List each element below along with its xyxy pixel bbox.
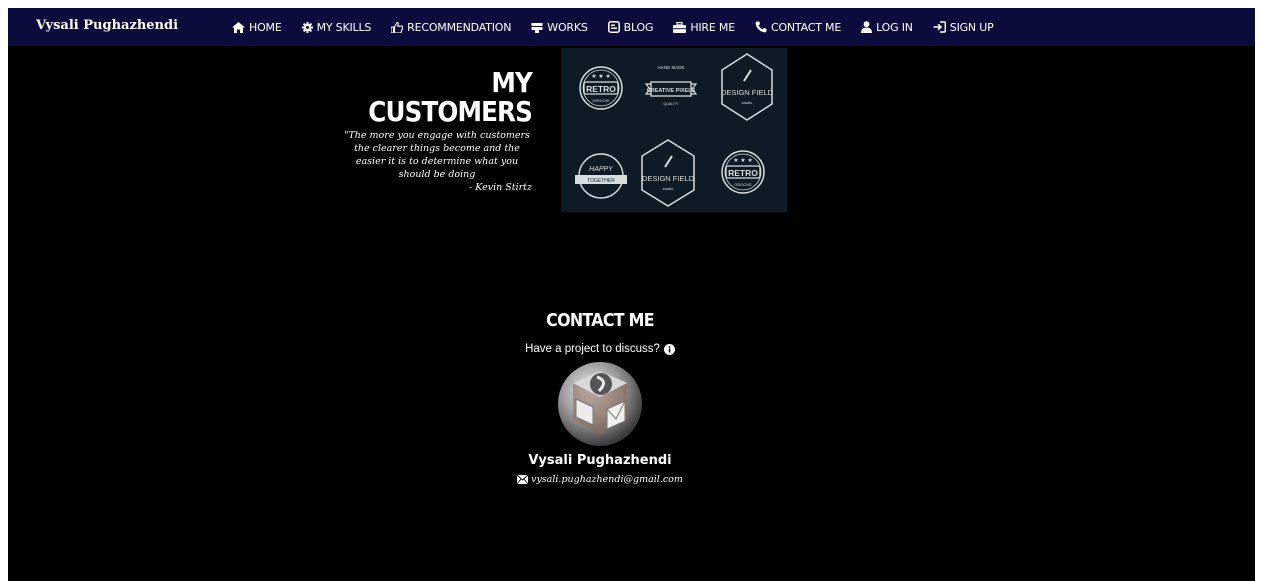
- badge-text: GROOVE: [734, 182, 752, 187]
- customers-title-line1: MY: [491, 66, 532, 99]
- briefcase-icon: [531, 22, 543, 33]
- customer-quote: "The more you engage with customers the …: [344, 130, 530, 180]
- nav-item-my-skills[interactable]: MY SKILLS: [301, 20, 372, 34]
- phone-icon: [755, 21, 767, 33]
- contact-subtitle: Have a project to discuss?: [525, 343, 660, 355]
- badge-text: TOGETHER: [587, 178, 615, 184]
- creative-pixels-badge-logo: HAND MADE CREATIVE PIXELS QUALITY: [644, 65, 698, 106]
- badge-text: DESIGN FIELD: [721, 88, 774, 97]
- badge-text: HAPPY: [589, 166, 614, 173]
- nav-item-sign-up[interactable]: SIGN UP: [933, 21, 994, 34]
- contact-title: CONTACT ME: [546, 310, 654, 331]
- nav-item-home[interactable]: HOME: [232, 21, 282, 34]
- brand-link[interactable]: Vysali Pughazhendi: [36, 18, 178, 33]
- info-icon[interactable]: [663, 343, 675, 355]
- home-icon: [232, 21, 245, 33]
- svg-text:★ ★ ★: ★ ★ ★: [733, 157, 752, 164]
- sign-in-icon: [933, 21, 946, 33]
- navbar: Vysali Pughazhendi HOME MY SKILLS RECOMM…: [8, 8, 1255, 46]
- contact-email-row: vysali.pughazhendi@gmail.com: [450, 474, 750, 485]
- quote-author: - Kevin Stirtz: [469, 182, 532, 193]
- user-icon: [861, 21, 873, 33]
- thumbs-up-icon: [391, 21, 404, 33]
- retro-badge-logo: RETRO GROOVE ★ ★ ★: [579, 66, 623, 110]
- design-field-badge-logo: DESIGN FIELD studio: [721, 53, 774, 121]
- nav-item-recommendation[interactable]: RECOMMENDATION: [391, 21, 511, 34]
- nav-item-contact-me[interactable]: CONTACT ME: [755, 21, 841, 34]
- happy-together-badge-logo: HAPPY TOGETHER: [575, 153, 627, 199]
- nav-item-label: LOG IN: [876, 20, 913, 34]
- envelope-icon: [517, 475, 529, 484]
- svg-text:★ ★ ★: ★ ★ ★: [591, 73, 610, 80]
- nav-menu: HOME MY SKILLS RECOMMENDATION WORKS BLOG…: [232, 8, 1014, 46]
- contact-avatar-image: [558, 362, 642, 446]
- customers-section: MY CUSTOMERS "The more you engage with c…: [332, 66, 533, 193]
- badge-text: studio: [663, 186, 674, 191]
- page-frame: Vysali Pughazhendi HOME MY SKILLS RECOMM…: [8, 8, 1255, 581]
- badge-text: HAND MADE: [657, 65, 684, 70]
- nav-item-label: MY SKILLS: [316, 20, 372, 34]
- customer-logos-image: .bt { font-family:"Liberation Sans", san…: [561, 48, 787, 212]
- nav-item-label: SIGN UP: [949, 20, 994, 34]
- contact-name: Vysali Pughazhendi: [528, 453, 672, 468]
- nav-item-label: HIRE ME: [690, 20, 735, 34]
- design-field-badge-logo: DESIGN FIELD studio: [641, 139, 695, 207]
- hire-icon: [673, 21, 687, 33]
- badge-text: GROOVE: [592, 98, 610, 103]
- gear-icon: [301, 21, 313, 33]
- customers-title-line2: CUSTOMERS: [368, 95, 533, 128]
- badge-text: QUALITY: [664, 102, 680, 106]
- nav-item-works[interactable]: WORKS: [531, 20, 588, 34]
- nav-item-label: RECOMMENDATION: [407, 20, 512, 34]
- nav-item-label: BLOG: [623, 20, 654, 34]
- logo-badges: .bt { font-family:"Liberation Sans", san…: [575, 53, 774, 207]
- badge-text: DESIGN FIELD: [642, 174, 695, 183]
- blog-icon: [607, 21, 620, 33]
- nav-item-log-in[interactable]: LOG IN: [861, 21, 913, 34]
- nav-item-label: CONTACT ME: [770, 20, 842, 34]
- nav-item-label: WORKS: [547, 20, 588, 34]
- badge-text: RETRO: [586, 84, 616, 94]
- nav-item-blog[interactable]: BLOG: [607, 20, 654, 34]
- contact-subtitle-row: Have a project to discuss?: [450, 343, 750, 355]
- badge-text: studio: [742, 100, 753, 105]
- retro-badge-logo: RETRO GROOVE ★ ★ ★: [721, 150, 765, 194]
- badge-text: RETRO: [728, 168, 758, 178]
- contact-email[interactable]: vysali.pughazhendi@gmail.com: [531, 474, 683, 485]
- nav-item-label: HOME: [249, 20, 282, 34]
- badge-text: CREATIVE PIXELS: [647, 88, 696, 94]
- nav-item-hire-me[interactable]: HIRE ME: [673, 21, 735, 34]
- contact-section: CONTACT ME Have a project to discuss? Vy…: [450, 310, 750, 485]
